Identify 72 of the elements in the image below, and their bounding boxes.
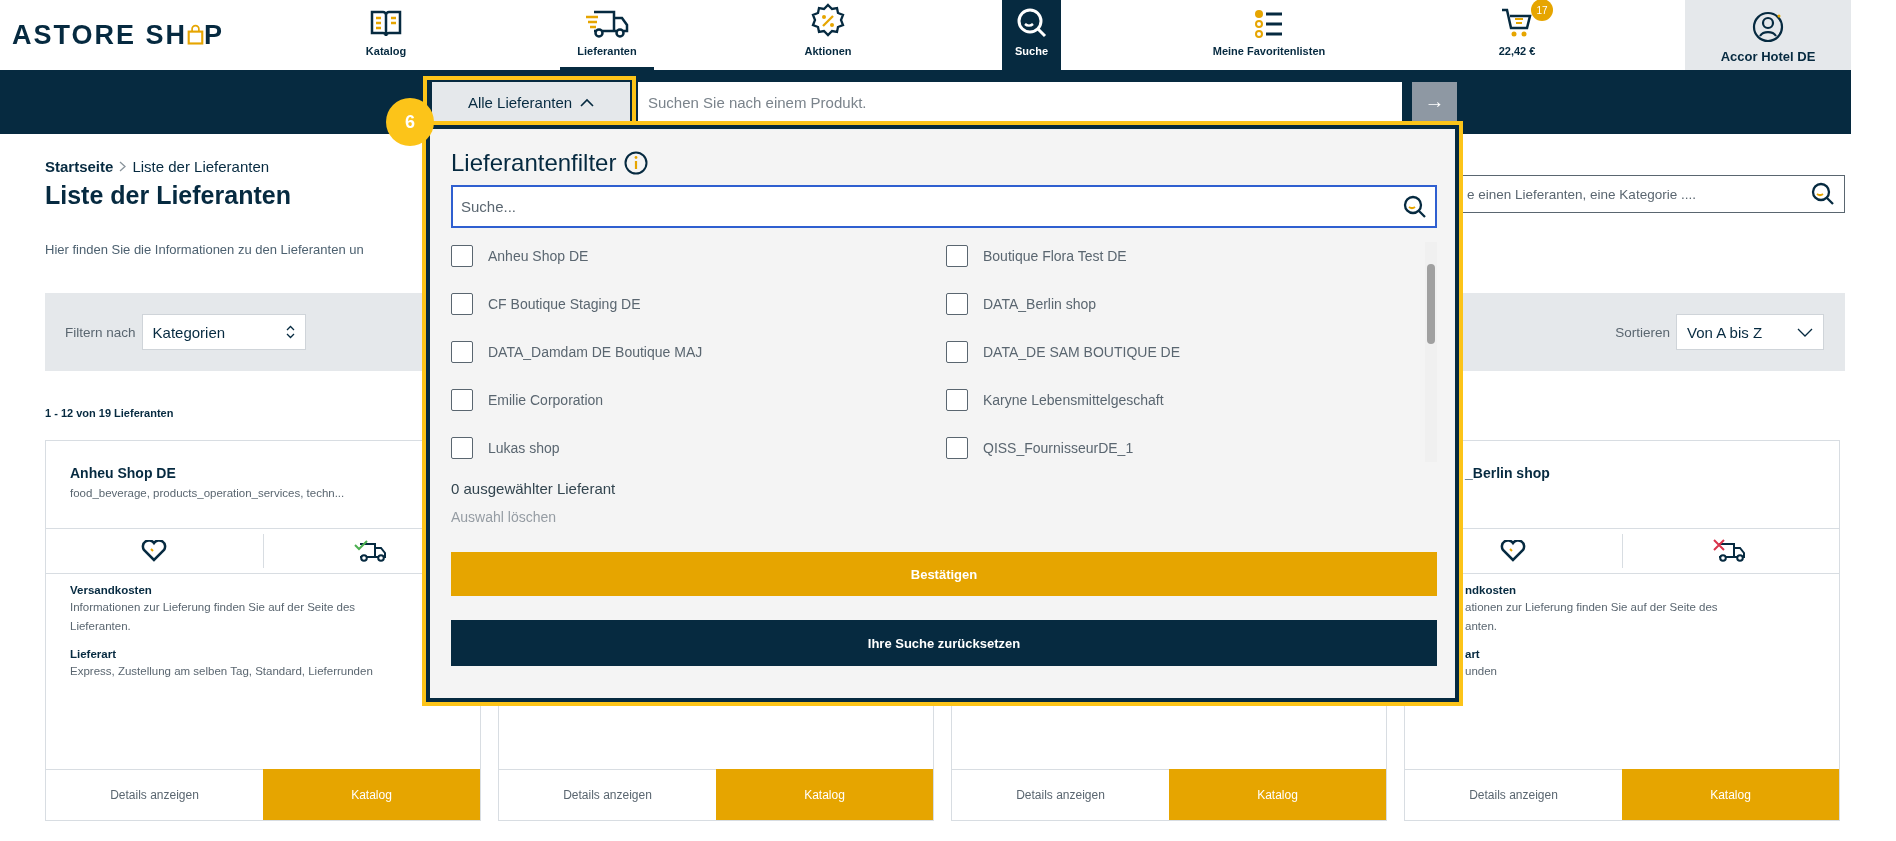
supplier-dropdown[interactable]: Alle Lieferanten bbox=[432, 82, 630, 122]
category-select[interactable]: Kategorien bbox=[141, 314, 306, 350]
bag-icon bbox=[187, 23, 204, 47]
info-heading: art bbox=[1465, 648, 1481, 660]
supplier-categories: food_beverage, products_operation_services, techn... bbox=[70, 487, 345, 499]
nav-tab[interactable]: Katalog bbox=[340, 0, 432, 70]
checkbox-label[interactable]: DATA_DE SAM BOUTIQUE DE bbox=[983, 344, 1181, 360]
nav-tab[interactable]: Suche bbox=[1002, 0, 1061, 70]
checkbox[interactable] bbox=[451, 341, 473, 363]
supplier-name: _Berlin shop bbox=[1465, 465, 1551, 481]
checkbox-label[interactable]: Anheu Shop DE bbox=[488, 248, 589, 264]
heart-icon[interactable] bbox=[141, 540, 167, 562]
selection-count: 0 ausgewählter Lieferant bbox=[451, 480, 617, 497]
heart-icon[interactable] bbox=[1500, 540, 1526, 562]
chevron-icon bbox=[580, 97, 595, 107]
product-search-field[interactable]: Suchen Sie nach einem Produkt. bbox=[638, 82, 1402, 122]
cart-icon bbox=[1501, 7, 1533, 39]
updown-icon bbox=[285, 325, 295, 339]
logo[interactable]: ASTORE SH P bbox=[12, 19, 224, 51]
checkbox[interactable] bbox=[946, 293, 968, 315]
info-heading: Versandkosten bbox=[70, 584, 153, 596]
checkbox[interactable] bbox=[946, 389, 968, 411]
percent-badge-icon bbox=[810, 3, 846, 39]
checkbox[interactable] bbox=[451, 245, 473, 267]
checkbox[interactable] bbox=[946, 245, 968, 267]
nav-tab[interactable]: Meine Favoritenlisten bbox=[1189, 0, 1349, 70]
supplier-filter-search[interactable]: Suche... bbox=[451, 185, 1437, 228]
page-title: Liste der Lieferanten bbox=[45, 181, 291, 210]
nav-tab[interactable]: Aktionen bbox=[782, 0, 874, 70]
checkbox[interactable] bbox=[946, 437, 968, 459]
checkbox-label[interactable]: DATA_Berlin shop bbox=[983, 296, 1097, 312]
cart-count-badge: 17 bbox=[1531, 0, 1553, 21]
checkbox-label[interactable]: CF Boutique Staging DE bbox=[488, 296, 641, 312]
breadcrumb-link[interactable]: Startseite bbox=[45, 158, 114, 175]
sort-select[interactable]: Von A bis Z bbox=[1676, 314, 1824, 350]
checkbox[interactable] bbox=[946, 341, 968, 363]
reset-search-button[interactable]: Ihre Suche zurücksetzen bbox=[451, 620, 1437, 666]
info-heading: ndkosten bbox=[1465, 584, 1518, 596]
panel-title: Lieferantenfilter bbox=[451, 149, 617, 177]
search-icon bbox=[1811, 182, 1835, 206]
checkbox[interactable] bbox=[451, 293, 473, 315]
list-icon bbox=[1254, 9, 1284, 39]
checkbox-label[interactable]: DATA_Damdam DE Boutique MAJ bbox=[488, 344, 703, 360]
supplier-search-field[interactable]: e einen Lieferanten, eine Kategorie .... bbox=[1463, 175, 1845, 213]
checkbox[interactable] bbox=[451, 437, 473, 459]
user-icon bbox=[1752, 11, 1784, 43]
info-text: unden bbox=[1465, 664, 1498, 679]
info-text: Express, Zustellung am selben Tag, Standard, Lieferrunden bbox=[70, 664, 374, 679]
checkbox-label[interactable]: Karyne Lebensmittelgeschaft bbox=[983, 392, 1164, 408]
truck-icon bbox=[584, 9, 630, 39]
result-count: 1 - 12 von 19 Lieferanten bbox=[45, 407, 174, 419]
checkbox-label[interactable]: QISS_FournisseurDE_1 bbox=[983, 440, 1134, 456]
info-icon[interactable] bbox=[624, 151, 649, 175]
account-button[interactable]: Accor Hotel DE bbox=[1685, 0, 1851, 70]
scrollbar[interactable] bbox=[1425, 242, 1437, 462]
supplier-name: Anheu Shop DE bbox=[70, 465, 177, 481]
search-icon bbox=[1015, 7, 1048, 39]
checkbox-label[interactable]: Emilie Corporation bbox=[488, 392, 604, 408]
info-text: ationen zur Lieferung finden Sie auf der Seite des anten. bbox=[1465, 600, 1719, 634]
filter-label: Filtern nach bbox=[65, 324, 136, 340]
checkbox-label[interactable]: Boutique Flora Test DE bbox=[983, 248, 1127, 264]
nav-tab[interactable]: 17 22,42 € bbox=[1477, 0, 1557, 70]
checkbox[interactable] bbox=[451, 389, 473, 411]
checkbox-label[interactable]: Lukas shop bbox=[488, 440, 560, 456]
chevron-icon bbox=[119, 161, 127, 172]
sort-label: Sortieren bbox=[1615, 324, 1670, 340]
intro-text: Hier finden Sie die Informationen zu den Lieferanten un bbox=[45, 242, 364, 257]
info-heading: Lieferart bbox=[70, 648, 118, 660]
info-text: Informationen zur Lieferung finden Sie auf der Seite des Lieferanten. bbox=[70, 600, 357, 634]
chevron-icon bbox=[1797, 327, 1813, 337]
book-icon bbox=[369, 9, 403, 39]
search-icon bbox=[1403, 194, 1427, 219]
